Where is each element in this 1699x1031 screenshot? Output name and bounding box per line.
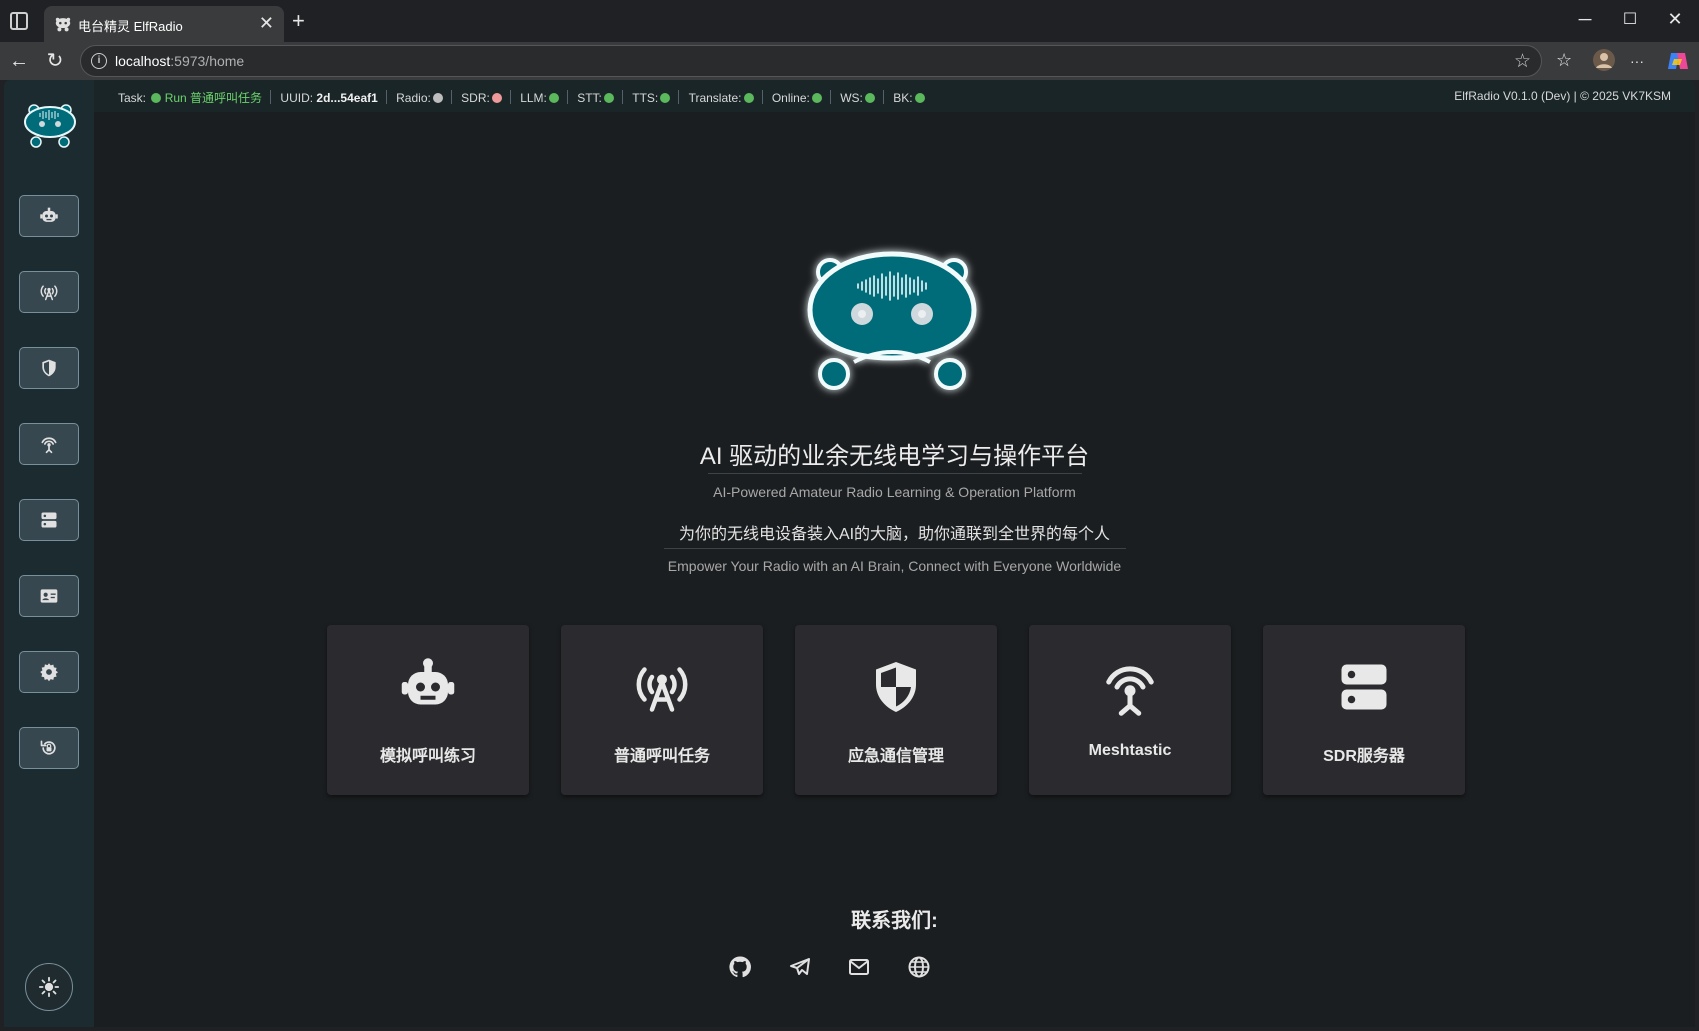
nav-button-restore[interactable]: [19, 727, 79, 769]
nav-button-general-call[interactable]: [19, 271, 79, 313]
feature-cards: 模拟呼叫练习 普通呼叫任务 应急通信管理 Meshtastic SDR服务器: [327, 625, 1467, 795]
tagline-english: Empower Your Radio with an AI Brain, Con…: [667, 558, 1122, 574]
side-navigation: [4, 80, 94, 1027]
status-task: Task: Run 普通呼叫任务: [118, 91, 263, 105]
gear-icon: [40, 663, 58, 682]
profile-avatar[interactable]: [1592, 48, 1616, 72]
status-bk: BK:: [893, 91, 925, 105]
tab-close-icon[interactable]: ✕: [259, 13, 274, 34]
card-label: SDR服务器: [1323, 748, 1405, 765]
reload-button[interactable]: ↻: [42, 48, 68, 74]
restore-icon: [40, 740, 56, 755]
email-icon[interactable]: [847, 955, 871, 979]
nav-button-mock-call[interactable]: [19, 195, 79, 237]
site-info-icon[interactable]: i: [91, 53, 107, 69]
maximize-button[interactable]: ☐: [1615, 9, 1645, 29]
browser-tab[interactable]: 电台精灵 ElfRadio ✕: [44, 6, 284, 42]
sidebar-toggle-icon[interactable]: [10, 12, 28, 30]
home-main: AI 驱动的业余无线电学习与操作平台 AI-Powered Amateur Ra…: [94, 112, 1695, 1027]
copilot-icon[interactable]: [1666, 49, 1690, 73]
card-label: Meshtastic: [1088, 742, 1172, 759]
hero-subtitle: AI-Powered Amateur Radio Learning & Oper…: [713, 484, 1076, 500]
theme-toggle-button[interactable]: [25, 963, 73, 1011]
more-menu-icon[interactable]: ···: [1630, 53, 1644, 69]
browser-toolbar: ← ↻ i localhost:5973/home ☆ ☆ ···: [0, 42, 1699, 80]
shield-icon: [42, 359, 56, 377]
new-tab-button[interactable]: +: [292, 8, 305, 34]
robot-icon: [401, 658, 455, 705]
tagline-chinese: 为你的无线电设备装入AI的大脑，助你通联到全世界的每个人: [678, 526, 1111, 543]
browser-tab-bar: 电台精灵 ElfRadio ✕ + ─ ☐ ✕: [0, 0, 1699, 42]
tab-title: 电台精灵 ElfRadio: [78, 19, 183, 34]
card-meshtastic[interactable]: Meshtastic: [1029, 625, 1231, 795]
status-stt: STT:: [577, 91, 614, 105]
contact-card-icon: [40, 589, 58, 603]
nav-button-settings[interactable]: [19, 651, 79, 693]
robot-icon: [40, 207, 58, 222]
antenna-icon: [40, 285, 58, 301]
back-button[interactable]: ←: [6, 48, 32, 74]
favorite-star-icon[interactable]: ☆: [1514, 50, 1531, 73]
status-ws: WS:: [840, 91, 875, 105]
github-icon[interactable]: [728, 955, 752, 979]
favorites-icon[interactable]: ☆: [1556, 50, 1572, 71]
card-label: 应急通信管理: [847, 748, 944, 765]
sun-icon: [38, 976, 60, 998]
status-sdr: SDR:: [461, 91, 502, 105]
nav-button-sdr-server[interactable]: [19, 499, 79, 541]
close-window-button[interactable]: ✕: [1660, 9, 1690, 30]
status-llm: LLM:: [520, 91, 559, 105]
card-general-call[interactable]: 普通呼叫任务: [561, 625, 763, 795]
address-bar[interactable]: i localhost:5973/home ☆: [80, 45, 1542, 77]
broadcast-tower-icon: [1106, 666, 1154, 716]
globe-icon[interactable]: [907, 955, 931, 979]
elfradio-logo-icon[interactable]: [22, 102, 78, 150]
contact-title: 联系我们:: [851, 910, 938, 932]
minimize-button[interactable]: ─: [1570, 9, 1600, 30]
telegram-icon[interactable]: [788, 955, 812, 979]
broadcast-tower-icon: [41, 437, 57, 454]
status-bar: Task: Run 普通呼叫任务 UUID: 2d...54eaf1 Radio…: [94, 80, 1695, 112]
status-uuid: UUID: 2d...54eaf1: [280, 91, 378, 105]
hero-divider: [708, 473, 1082, 474]
card-mock-call[interactable]: 模拟呼叫练习: [327, 625, 529, 795]
nav-button-emergency[interactable]: [19, 347, 79, 389]
card-label: 模拟呼叫练习: [379, 748, 476, 765]
card-sdr-server[interactable]: SDR服务器: [1263, 625, 1465, 795]
nav-button-meshtastic[interactable]: [19, 423, 79, 465]
status-online: Online:: [772, 91, 822, 105]
status-items: Task: Run 普通呼叫任务 UUID: 2d...54eaf1 Radio…: [118, 89, 929, 106]
card-label: 普通呼叫任务: [613, 748, 710, 765]
tagline-divider: [664, 548, 1126, 549]
server-icon: [41, 512, 57, 528]
antenna-icon: [636, 667, 688, 712]
status-radio: Radio:: [396, 91, 443, 105]
shield-icon: [876, 662, 916, 712]
address-url[interactable]: localhost:5973/home: [115, 53, 244, 69]
elfradio-hero-logo-icon: [807, 251, 977, 390]
nav-button-contacts[interactable]: [19, 575, 79, 617]
hero-title: AI 驱动的业余无线电学习与操作平台: [699, 443, 1090, 470]
card-emergency[interactable]: 应急通信管理: [795, 625, 997, 795]
server-icon: [1341, 664, 1387, 710]
status-tts: TTS:: [632, 91, 671, 105]
app-window: Task: Run 普通呼叫任务 UUID: 2d...54eaf1 Radio…: [4, 80, 1695, 1027]
status-translate: Translate:: [689, 91, 754, 105]
elfradio-favicon-icon: [55, 17, 71, 32]
version-info: ElfRadio V0.1.0 (Dev) | © 2025 VK7KSM: [1454, 89, 1671, 103]
